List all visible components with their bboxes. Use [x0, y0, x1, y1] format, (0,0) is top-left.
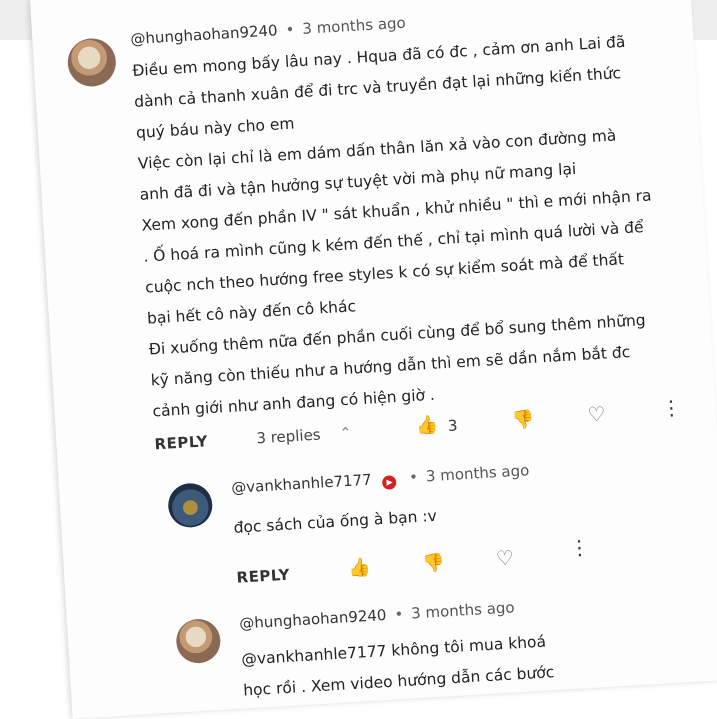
timestamp: 3 months ago: [301, 13, 407, 38]
view-replies-button[interactable]: 3 replies ⌃: [256, 424, 353, 448]
replies-count-label: 3 replies: [255, 425, 322, 448]
timestamp: 3 months ago: [425, 461, 530, 486]
reply-button[interactable]: REPLY: [236, 566, 290, 587]
comment-thread-screen: @hunghaohan9240 • 3 months ago Điều em mon…: [30, 0, 717, 719]
reply-line: đọc sách của ống à bạn :v: [233, 506, 438, 537]
heart-icon[interactable]: ♡: [495, 545, 514, 570]
reply-header: @hunghaohan9240 • 3 months ago: [238, 598, 516, 633]
avatar[interactable]: [175, 617, 222, 665]
more-vert-icon[interactable]: ⋮: [661, 395, 682, 420]
username[interactable]: @hunghaohan9240: [130, 21, 278, 48]
thumbs-up-icon[interactable]: 👍: [415, 415, 439, 437]
chevron-up-icon: ⌃: [338, 423, 353, 443]
username[interactable]: @vankhanhle7177: [231, 471, 372, 497]
more-vert-icon[interactable]: ⋮: [569, 535, 590, 560]
verified-badge-icon: ▶: [382, 475, 397, 490]
reply-button[interactable]: REPLY: [154, 432, 208, 453]
avatar[interactable]: [66, 37, 118, 88]
thumbs-down-icon[interactable]: 👎: [511, 409, 535, 431]
heart-icon[interactable]: ♡: [587, 402, 606, 427]
comment-body: Điều em mong bấy lâu nay . Hqua đã có đc…: [132, 26, 664, 428]
username[interactable]: @hunghaohan9240: [239, 606, 387, 633]
timestamp: 3 months ago: [410, 598, 516, 623]
reply-header: @vankhanhle7177 ▶ • 3 months ago: [230, 461, 530, 497]
avatar[interactable]: [166, 482, 214, 529]
like-count: 3: [447, 416, 459, 435]
reply-body: đọc sách của ống à bạn :v: [233, 501, 438, 544]
thumbs-up-icon[interactable]: 👍: [348, 557, 372, 579]
reply-body: @vankhanhle7177 không tôi mua khoá học r…: [241, 626, 556, 706]
thumbs-down-icon[interactable]: 👎: [422, 552, 446, 574]
